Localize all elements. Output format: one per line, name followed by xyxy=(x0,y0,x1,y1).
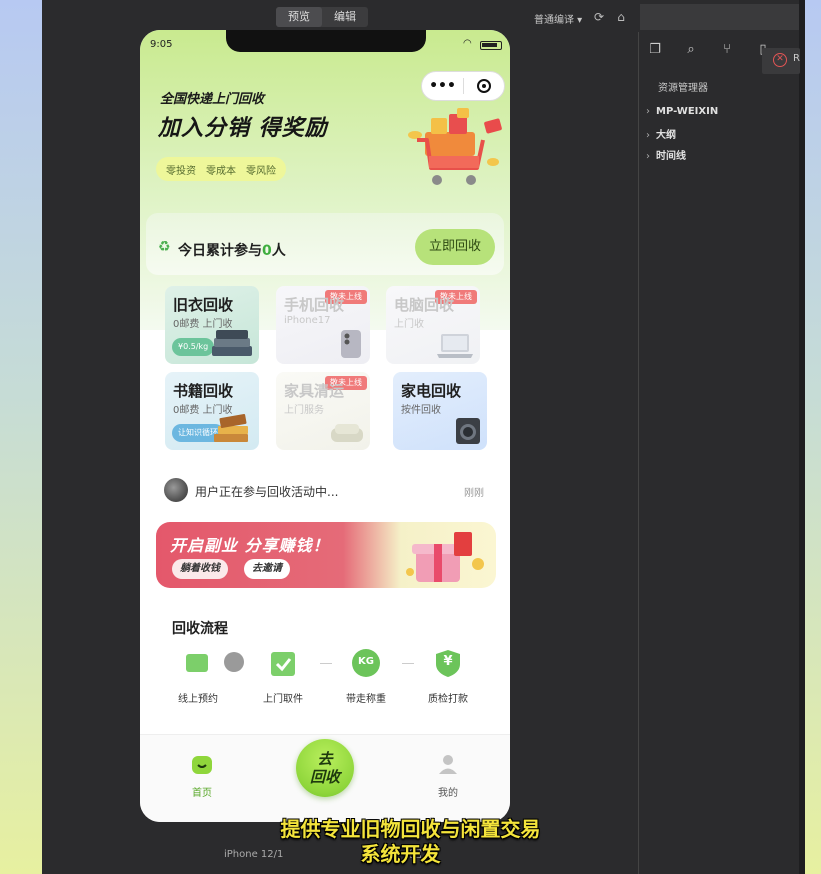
clear-cache-icon[interactable]: ⌂ xyxy=(614,10,628,24)
target-icon xyxy=(476,79,491,93)
step-weighing: KG 带走称重 xyxy=(326,648,406,705)
step-payment: ¥ 质检打款 xyxy=(408,648,488,705)
promo-tag: 躺着收钱 xyxy=(172,559,228,579)
source-control-icon[interactable]: ⑂ xyxy=(720,42,734,57)
washing-machine-icon xyxy=(456,418,480,444)
booking-icon xyxy=(186,654,208,672)
bottom-tab-bar: 首页 去 回收 我的 xyxy=(140,734,510,822)
recycle-now-button[interactable]: 立即回收 xyxy=(415,229,495,265)
phone-notch xyxy=(226,30,426,52)
tab-edit[interactable]: 编辑 xyxy=(322,7,368,27)
recycle-process-card: 回收流程 线上预约 上门取件 KG 带走称重 ¥ 质检打款 xyxy=(158,602,494,714)
pickup-box-icon xyxy=(271,652,295,676)
price-pill: ¥0.5/kg xyxy=(172,338,215,356)
recycle-icon: ♻ xyxy=(158,239,171,255)
tab-home[interactable]: 首页 xyxy=(172,753,232,799)
phone-simulator: 9:05 ◠ ••• 全国快递上门回收 加入分销 得奖励 零投资 零成本 零风险… xyxy=(140,30,510,822)
ide-edge xyxy=(799,0,805,874)
step-pickup: 上门取件 xyxy=(243,648,323,705)
explorer-activity-bar: ❐ ⌕ ⑂ ▯ xyxy=(648,42,770,57)
hero-subtitle: 全国快递上门回收 xyxy=(160,92,265,107)
hero-tag: 零投资 xyxy=(166,165,196,177)
compile-mode-select[interactable]: 普通编译 ▾ xyxy=(534,11,582,26)
shopping-cart-illustration xyxy=(408,108,502,185)
chevron-right-icon: › xyxy=(646,130,650,141)
explorer-item-outline[interactable]: › 大纲 xyxy=(646,126,676,141)
home-icon xyxy=(192,756,212,774)
category-phone[interactable]: 敬未上线 手机回收 iPhone17 xyxy=(276,286,370,364)
avatar xyxy=(164,478,188,502)
process-title: 回收流程 xyxy=(172,621,228,637)
miniprogram-capsule: ••• xyxy=(421,71,505,101)
toolbar-search-box[interactable] xyxy=(640,4,799,30)
category-books[interactable]: 书籍回收 0邮费 上门收 让知识循环 xyxy=(165,372,259,450)
explorer-item-mp-weixin[interactable]: › MP-WEIXIN xyxy=(646,106,718,117)
hero-tag: 零风险 xyxy=(246,165,276,177)
chevron-right-icon: › xyxy=(646,106,650,117)
error-badge[interactable]: ✕ R xyxy=(762,48,800,74)
laptop-icon xyxy=(437,334,473,358)
clothes-stack-icon xyxy=(212,330,252,356)
chevron-right-icon: › xyxy=(646,151,650,162)
wifi-icon: ◠ xyxy=(463,38,472,49)
books-icon xyxy=(214,413,248,442)
go-recycle-button[interactable]: 去 回收 xyxy=(296,739,354,797)
preview-edit-toggle[interactable]: 预览 编辑 xyxy=(276,7,368,27)
category-furniture[interactable]: 敬未上线 家具清运 上门服务 xyxy=(276,372,370,450)
search-icon[interactable]: ⌕ xyxy=(684,42,698,57)
kg-label: KG xyxy=(358,656,374,667)
tab-mine[interactable]: 我的 xyxy=(418,753,478,799)
sofa-icon xyxy=(331,424,363,442)
promo-title: 开启副业 分享赚钱！ xyxy=(170,536,330,555)
category-computer[interactable]: 敬未上线 电脑回收 上门收 xyxy=(386,286,480,364)
gift-box-illustration xyxy=(406,532,484,582)
participant-count: 0 xyxy=(262,243,272,259)
status-time: 9:05 xyxy=(150,39,173,50)
step-dot-icon xyxy=(224,652,244,672)
hero-tag: 零成本 xyxy=(206,165,236,177)
close-icon[interactable]: ✕ xyxy=(773,53,787,67)
explorer-title: 资源管理器 xyxy=(658,83,708,94)
yen-label: ¥ xyxy=(443,654,453,669)
video-caption-line-2: 系统开发 xyxy=(360,842,441,866)
battery-icon xyxy=(480,41,502,50)
hero-title: 加入分销 得奖励 xyxy=(158,116,328,141)
summary-text: 今日累计参与0人 xyxy=(178,243,286,259)
invite-button[interactable]: 去邀请 xyxy=(244,559,290,579)
ticker-text: 用户正在参与回收活动中... xyxy=(195,485,339,499)
explorer-item-timeline[interactable]: › 时间线 xyxy=(646,147,686,162)
error-badge-label: R xyxy=(793,53,800,64)
promo-banner[interactable]: 开启副业 分享赚钱！ 躺着收钱 去邀请 xyxy=(156,522,496,588)
activity-ticker[interactable]: 用户正在参与回收活动中... 刚刚 xyxy=(158,473,494,507)
user-icon xyxy=(439,755,457,774)
refresh-icon[interactable]: ⟳ xyxy=(592,10,606,24)
phone-icon xyxy=(341,330,361,358)
tab-preview[interactable]: 预览 xyxy=(276,7,322,27)
ticker-time: 刚刚 xyxy=(464,488,484,499)
files-icon[interactable]: ❐ xyxy=(648,42,662,57)
close-miniprogram-button[interactable] xyxy=(464,79,504,93)
category-clothes[interactable]: 旧衣回收 0邮费 上门收 ¥0.5/kg xyxy=(165,286,259,364)
category-appliances[interactable]: 家电回收 按件回收 xyxy=(393,372,487,450)
more-menu-button[interactable]: ••• xyxy=(422,78,463,94)
hero-tags: 零投资 零成本 零风险 xyxy=(156,157,286,181)
